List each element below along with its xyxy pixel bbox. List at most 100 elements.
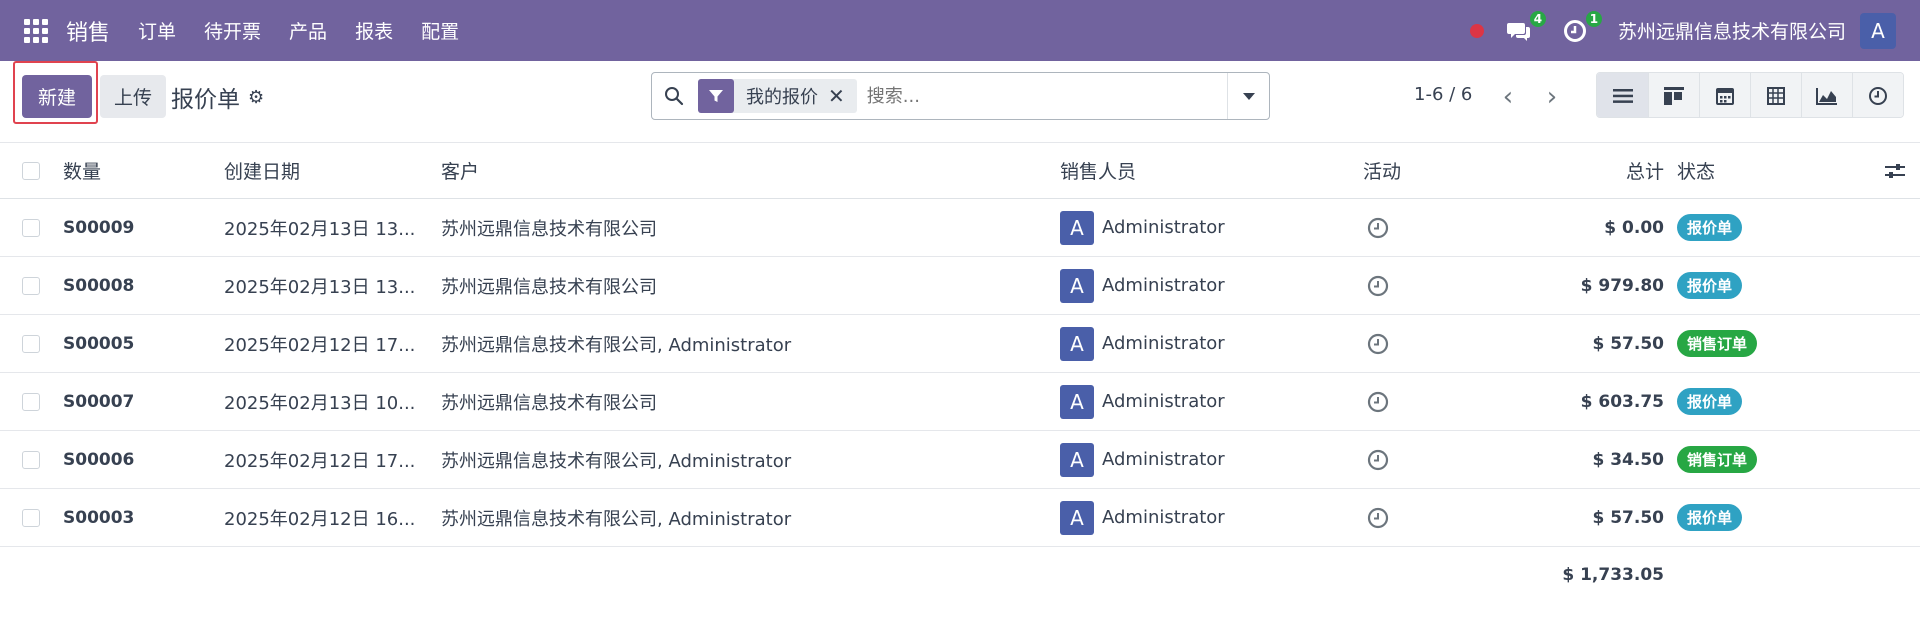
user-avatar[interactable]: A <box>1860 12 1896 49</box>
row-checkbox[interactable] <box>22 450 40 469</box>
avatar: A <box>1060 500 1094 535</box>
filter-facet[interactable]: 我的报价 ✕ <box>698 79 857 113</box>
salesperson[interactable]: A Administrator <box>1060 199 1225 256</box>
customer-name: 苏州远鼎信息技术有限公司 <box>441 392 657 414</box>
activity-clock-icon[interactable] <box>1367 489 1389 546</box>
calendar-view-icon[interactable] <box>1699 73 1750 117</box>
activity-view-icon[interactable] <box>1852 73 1903 117</box>
creation-date: 2025年02月13日 10... <box>224 392 416 414</box>
column-header-customer[interactable]: 客户 <box>441 143 479 198</box>
order-total: $ 34.50 <box>1592 449 1664 470</box>
salesperson[interactable]: A Administrator <box>1060 315 1225 372</box>
order-total: $ 57.50 <box>1592 333 1664 354</box>
creation-date: 2025年02月13日 13... <box>224 218 416 240</box>
column-header-salesperson[interactable]: 销售人员 <box>1060 143 1136 198</box>
row-checkbox[interactable] <box>22 276 40 295</box>
activities-button[interactable]: 1 <box>1562 8 1604 44</box>
grand-total: $ 1,733.05 <box>1562 565 1664 585</box>
select-all-checkbox[interactable] <box>22 161 40 180</box>
view-switcher <box>1596 72 1904 118</box>
activity-clock-icon[interactable] <box>1367 373 1389 430</box>
creation-date: 2025年02月12日 16... <box>224 508 416 530</box>
pager-value[interactable]: 1-6 / 6 <box>1414 84 1472 105</box>
kanban-view-icon[interactable] <box>1648 73 1699 117</box>
column-header-activity[interactable]: 活动 <box>1363 143 1401 198</box>
caret-down-icon <box>1242 92 1255 100</box>
menu-item-orders[interactable]: 订单 <box>138 17 176 44</box>
menu-item-products[interactable]: 产品 <box>289 17 327 44</box>
menu-item-reporting[interactable]: 报表 <box>355 17 393 44</box>
activities-count-badge: 1 <box>1583 8 1604 29</box>
salesperson-name: Administrator <box>1102 507 1225 528</box>
row-checkbox[interactable] <box>22 392 40 411</box>
chevron-right-icon[interactable]: › <box>1535 80 1569 114</box>
order-total: $ 603.75 <box>1580 391 1664 412</box>
creation-date: 2025年02月13日 13... <box>224 276 416 298</box>
table-row[interactable]: S00006 2025年02月12日 17... 苏州远鼎信息技术有限公司, A… <box>0 431 1920 489</box>
breadcrumb: 报价单 ⚙ <box>171 80 264 114</box>
avatar: A <box>1060 326 1094 361</box>
quotations-table: 数量 创建日期 客户 销售人员 活动 总计 状态 S00009 2025年02月… <box>0 143 1920 603</box>
app-name[interactable]: 销售 <box>66 15 110 47</box>
salesperson[interactable]: A Administrator <box>1060 373 1225 430</box>
table-row[interactable]: S00005 2025年02月12日 17... 苏州远鼎信息技术有限公司, A… <box>0 315 1920 373</box>
salesperson[interactable]: A Administrator <box>1060 257 1225 314</box>
search-input[interactable] <box>866 76 1227 116</box>
column-header-date[interactable]: 创建日期 <box>224 143 300 198</box>
order-number: S00005 <box>63 333 135 354</box>
search-bar: 我的报价 ✕ <box>651 72 1270 120</box>
new-button[interactable]: 新建 <box>22 75 92 118</box>
order-total: $ 979.80 <box>1580 275 1664 296</box>
company-switcher[interactable]: 苏州远鼎信息技术有限公司 <box>1618 17 1846 44</box>
messages-button[interactable]: 4 <box>1506 8 1548 44</box>
upload-button[interactable]: 上传 <box>100 75 166 118</box>
order-number: S00003 <box>63 507 135 528</box>
activity-clock-icon[interactable] <box>1367 431 1389 488</box>
order-number: S00008 <box>63 275 135 296</box>
row-checkbox[interactable] <box>22 508 40 527</box>
search-icon[interactable] <box>652 73 696 119</box>
graph-view-icon[interactable] <box>1801 73 1852 117</box>
creation-date: 2025年02月12日 17... <box>224 334 416 356</box>
salesperson[interactable]: A Administrator <box>1060 489 1225 546</box>
status-dot-icon[interactable] <box>1469 23 1484 38</box>
search-options-toggle[interactable] <box>1227 73 1269 119</box>
column-header-total[interactable]: 总计 <box>1560 143 1664 198</box>
activity-clock-icon[interactable] <box>1367 199 1389 256</box>
gear-icon[interactable]: ⚙ <box>248 87 264 108</box>
pivot-view-icon[interactable] <box>1750 73 1801 117</box>
messages-count-badge: 4 <box>1527 8 1548 29</box>
row-checkbox[interactable] <box>22 218 40 237</box>
column-settings-icon[interactable] <box>1884 143 1906 198</box>
table-row[interactable]: S00008 2025年02月13日 13... 苏州远鼎信息技术有限公司 A … <box>0 257 1920 315</box>
salesperson[interactable]: A Administrator <box>1060 431 1225 488</box>
activity-clock-icon[interactable] <box>1367 257 1389 314</box>
salesperson-name: Administrator <box>1102 333 1225 354</box>
customer-name: 苏州远鼎信息技术有限公司, Administrator <box>441 508 792 530</box>
close-icon[interactable]: ✕ <box>828 84 857 108</box>
table-row[interactable]: S00007 2025年02月13日 10... 苏州远鼎信息技术有限公司 A … <box>0 373 1920 431</box>
avatar: A <box>1060 268 1094 303</box>
order-total: $ 57.50 <box>1592 507 1664 528</box>
status-badge: 报价单 <box>1677 504 1743 531</box>
avatar: A <box>1060 210 1094 245</box>
list-view-icon[interactable] <box>1597 73 1648 117</box>
filter-icon <box>698 79 734 113</box>
customer-name: 苏州远鼎信息技术有限公司 <box>441 218 657 240</box>
menu-item-to-invoice[interactable]: 待开票 <box>204 17 261 44</box>
column-header-status[interactable]: 状态 <box>1677 143 1715 198</box>
salesperson-name: Administrator <box>1102 275 1225 296</box>
table-footer: $ 1,733.05 <box>0 547 1920 603</box>
apps-grid-icon[interactable] <box>24 18 48 43</box>
status-badge: 销售订单 <box>1677 446 1758 473</box>
table-row[interactable]: S00009 2025年02月13日 13... 苏州远鼎信息技术有限公司 A … <box>0 199 1920 257</box>
row-checkbox[interactable] <box>22 334 40 353</box>
table-row[interactable]: S00003 2025年02月12日 16... 苏州远鼎信息技术有限公司, A… <box>0 489 1920 547</box>
top-navbar: 销售 订单 待开票 产品 报表 配置 4 1 苏州远鼎信息技术有限公司 A <box>0 0 1920 61</box>
column-header-number[interactable]: 数量 <box>63 143 101 198</box>
order-total: $ 0.00 <box>1604 217 1664 238</box>
menu-item-configuration[interactable]: 配置 <box>421 17 459 44</box>
activity-clock-icon[interactable] <box>1367 315 1389 372</box>
order-number: S00007 <box>63 391 135 412</box>
chevron-left-icon[interactable]: ‹ <box>1491 80 1525 114</box>
